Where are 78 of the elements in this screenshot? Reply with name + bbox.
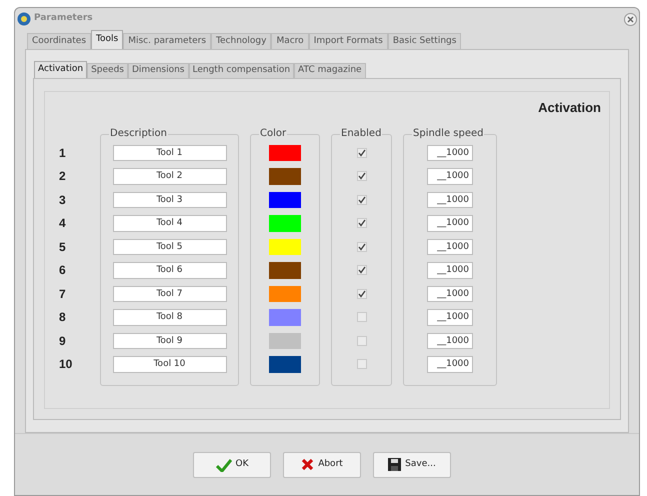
description-field[interactable]: Tool 1: [112, 144, 226, 161]
tab[interactable]: Tools: [91, 30, 124, 49]
description-field[interactable]: Tool 2: [112, 168, 226, 184]
row-number: 5: [59, 238, 67, 255]
description-field[interactable]: Tool 6: [112, 262, 226, 278]
description-field[interactable]: Tool 3: [112, 192, 226, 208]
tab[interactable]: Basic Settings: [388, 33, 462, 49]
checkmark-icon: [358, 196, 366, 204]
window-title: Parameters: [34, 12, 93, 26]
row-number: 8: [59, 309, 67, 326]
checkbox[interactable]: [356, 288, 366, 299]
spindle-speed-field[interactable]: __1000: [427, 238, 473, 255]
description-field[interactable]: Tool 10: [112, 356, 226, 372]
description-field[interactable]: Tool 5: [112, 238, 226, 255]
description-field[interactable]: Tool 7: [112, 286, 226, 302]
checkmark-icon: [216, 458, 232, 472]
row-number: 1: [59, 144, 67, 161]
description-field[interactable]: Tool 4: [112, 215, 226, 232]
checkmark-icon: [358, 242, 366, 251]
spindle-speed-field[interactable]: __1000: [427, 332, 473, 349]
color-swatch[interactable]: [269, 286, 301, 302]
checkmark-icon: [358, 219, 366, 228]
spindle-speed-field[interactable]: __1000: [427, 286, 473, 302]
spindle-speed-field[interactable]: __1000: [427, 168, 473, 184]
tab[interactable]: Import Formats: [308, 33, 388, 49]
spindle-speed-field[interactable]: __1000: [427, 215, 473, 232]
row-number: 3: [59, 192, 67, 208]
group-label: Spindle speed: [412, 126, 484, 140]
tab[interactable]: Technology: [211, 33, 272, 49]
description-field[interactable]: Tool 8: [112, 309, 226, 326]
checkmark-icon: [358, 148, 366, 157]
color-swatch[interactable]: [269, 262, 301, 278]
color-swatch[interactable]: [269, 356, 301, 372]
tab[interactable]: Coordinates: [27, 33, 92, 49]
tab[interactable]: Macro: [271, 33, 309, 49]
row-number: 2: [59, 168, 67, 184]
group-label: Description: [109, 126, 168, 140]
spindle-speed-field[interactable]: __1000: [427, 356, 473, 372]
tab[interactable]: Activation: [34, 61, 88, 78]
row-number: 10: [59, 356, 74, 372]
spindle-speed-field[interactable]: __1000: [427, 144, 473, 161]
app-icon: [17, 12, 31, 26]
tab[interactable]: ATC magazine: [294, 63, 366, 78]
tab[interactable]: Dimensions: [128, 63, 188, 78]
spindle-speed-field[interactable]: __1000: [427, 192, 473, 208]
color-swatch[interactable]: [269, 238, 301, 255]
checkbox[interactable]: [356, 218, 366, 228]
x-icon: [301, 458, 314, 471]
tab[interactable]: Speeds: [87, 63, 128, 78]
section-heading: Activation: [538, 99, 601, 117]
color-swatch[interactable]: [269, 309, 301, 326]
description-field[interactable]: Tool 9: [112, 332, 226, 349]
row-number: 7: [59, 286, 67, 302]
checkbox[interactable]: [356, 242, 366, 252]
close-button[interactable]: [624, 12, 637, 26]
ok-button[interactable]: OK: [193, 452, 271, 478]
color-swatch[interactable]: [269, 332, 301, 349]
tab[interactable]: Misc. parameters: [123, 33, 212, 49]
checkmark-icon: [358, 172, 366, 180]
checkbox[interactable]: [356, 171, 366, 182]
spindle-speed-field[interactable]: __1000: [427, 309, 473, 326]
save-button[interactable]: Save...: [373, 452, 451, 478]
checkmark-icon: [358, 290, 366, 298]
checkmark-icon: [358, 266, 366, 274]
spindle-speed-field[interactable]: __1000: [427, 262, 473, 278]
row-number: 6: [59, 262, 67, 278]
checkbox[interactable]: [356, 148, 366, 158]
checkbox[interactable]: [356, 194, 366, 205]
color-swatch[interactable]: [269, 192, 301, 208]
checkbox[interactable]: [356, 265, 366, 276]
abort-button[interactable]: Abort: [283, 452, 361, 478]
row-number: 4: [59, 215, 67, 232]
color-swatch[interactable]: [269, 144, 301, 161]
color-swatch[interactable]: [269, 215, 301, 232]
row-number: 9: [59, 332, 67, 349]
tab[interactable]: Length compensation: [188, 63, 294, 78]
close-icon: [627, 16, 634, 22]
color-swatch[interactable]: [269, 168, 301, 184]
